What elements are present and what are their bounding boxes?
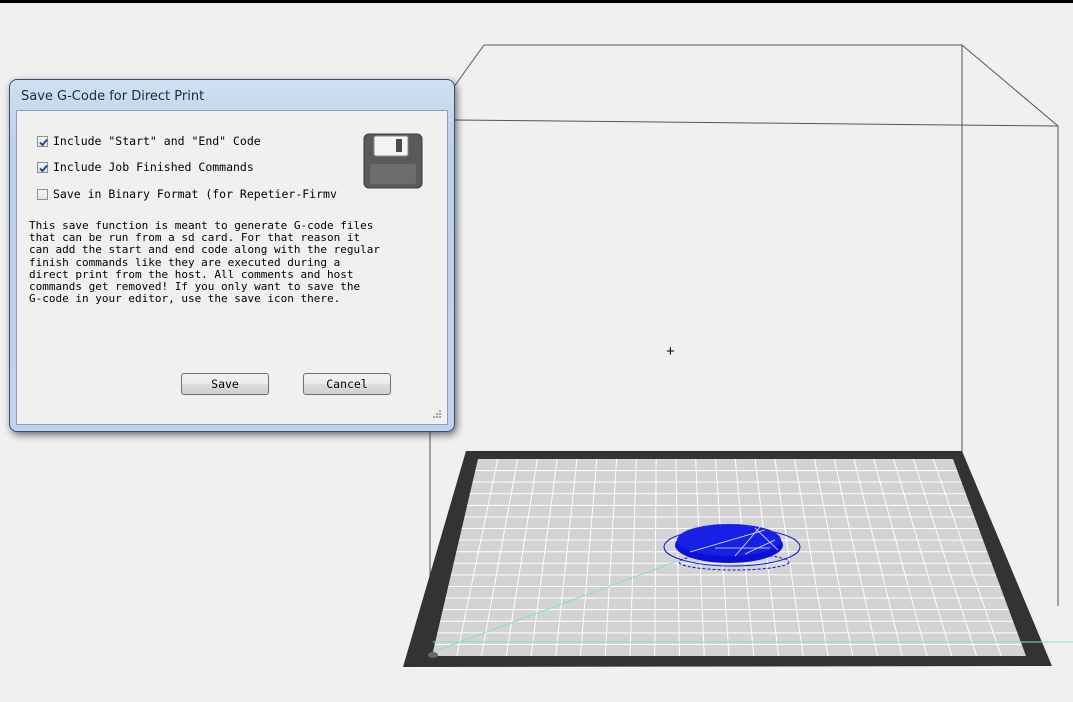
cancel-button[interactable]: Cancel [303, 373, 391, 395]
option-label: Save in Binary Format (for Repetier-Firm… [53, 187, 337, 201]
option-binary-format[interactable]: Save in Binary Format (for Repetier-Firm… [37, 186, 337, 202]
option-job-finished-commands[interactable]: Include Job Finished Commands [37, 159, 254, 175]
option-label: Include "Start" and "End" Code [53, 134, 261, 148]
resize-grip-icon[interactable] [431, 408, 441, 418]
checkbox-binary-format[interactable] [37, 188, 48, 200]
save-button[interactable]: Save [181, 373, 269, 395]
option-start-end-code[interactable]: Include "Start" and "End" Code [37, 133, 261, 149]
save-gcode-dialog[interactable]: Save G-Code for Direct Print Include "St… [9, 79, 455, 432]
checkbox-start-end-code[interactable] [37, 135, 48, 147]
checkmark-icon [39, 164, 48, 172]
dialog-title: Save G-Code for Direct Print [21, 89, 205, 104]
center-crosshair: + [666, 343, 675, 360]
dialog-content: Include "Start" and "End" Code Include J… [16, 110, 448, 425]
floppy-disk-icon [363, 133, 423, 189]
origin-marker [428, 652, 438, 658]
checkbox-job-finished-commands[interactable] [37, 161, 48, 173]
option-label: Include Job Finished Commands [53, 160, 254, 174]
description-text: This save function is meant to generate … [29, 219, 380, 306]
checkmark-icon [39, 138, 48, 146]
